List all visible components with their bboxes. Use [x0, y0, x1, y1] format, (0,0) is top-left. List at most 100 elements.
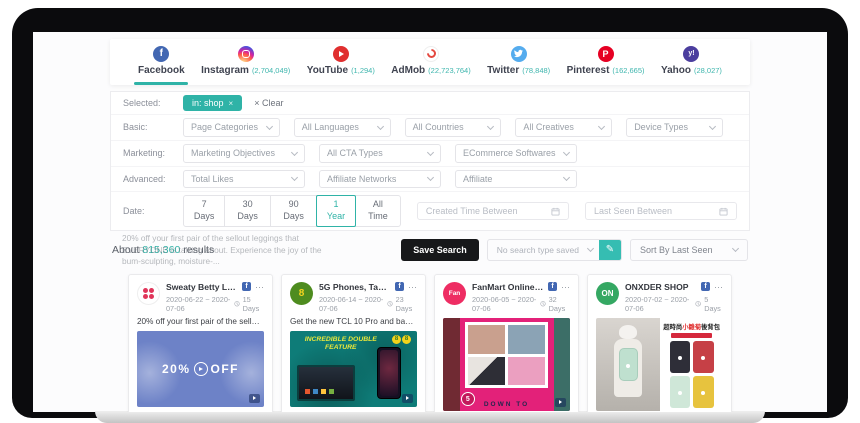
advertiser-avatar[interactable]: Fan: [443, 282, 466, 305]
advertiser-avatar[interactable]: 8: [290, 282, 313, 305]
filter-row-selected: Selected: in: shop× × Clear: [111, 92, 749, 114]
video-indicator-icon: [402, 394, 413, 403]
ad-card[interactable]: Fan FanMart Online Shopping - F... f ⋯ 2…: [434, 274, 579, 412]
tab-yahoo[interactable]: y! Yahoo(28,027): [659, 40, 724, 85]
dropdown-page-categories[interactable]: Page Categories: [183, 118, 280, 137]
ad-creative-image[interactable]: 20%OFF: [137, 331, 264, 407]
tab-facebook[interactable]: f Facebook: [136, 40, 187, 85]
advertiser-avatar[interactable]: [137, 282, 160, 305]
tab-count: (78,848): [522, 66, 550, 75]
more-options-icon[interactable]: ⋯: [714, 285, 723, 290]
tab-twitter[interactable]: Twitter(78,848): [485, 40, 552, 85]
chevron-down-icon: [598, 123, 605, 130]
laptop-base: [95, 411, 765, 423]
play-icon[interactable]: [194, 362, 208, 376]
date-range-group: 7 Days 30 Days 90 Days 1 Year All Time: [183, 195, 401, 226]
ad-card[interactable]: ON ONXDER SHOP f ⋯ 2020-07-02 ~ 2020-07-…: [587, 274, 732, 412]
date-button-all-time[interactable]: All Time: [355, 195, 401, 226]
sort-dropdown[interactable]: Sort By Last Seen: [630, 239, 748, 261]
facebook-icon: f: [153, 46, 169, 62]
advertiser-name[interactable]: Sweaty Betty London | Wom...: [166, 282, 238, 292]
tab-instagram[interactable]: Instagram(2,704,049): [199, 40, 292, 85]
last-seen-between-input[interactable]: Last Seen Between: [585, 202, 737, 220]
tab-youtube[interactable]: YouTube(1,294): [305, 40, 377, 85]
duration: 5 Days: [704, 295, 723, 313]
edit-saved-search-button[interactable]: ✎: [599, 240, 621, 260]
card-header: Sweaty Betty London | Wom... f ⋯ 2020-06…: [137, 282, 264, 313]
dropdown-countries[interactable]: All Countries: [405, 118, 502, 137]
shoe-collage: [465, 322, 549, 388]
selected-filter-chip[interactable]: in: shop×: [183, 95, 242, 111]
product-panel: 超時尚小雛菊後背包: [660, 318, 723, 411]
tab-label: Instagram: [201, 65, 249, 76]
dropdown-ecommerce-softwares[interactable]: ECommerce Softwares: [455, 144, 577, 163]
date-button-90-days[interactable]: 90 Days: [270, 195, 317, 226]
created-time-between-input[interactable]: Created Time Between: [417, 202, 569, 220]
tab-label: YouTube: [307, 65, 348, 76]
filter-panel: Selected: in: shop× × Clear Basic: Page …: [110, 91, 750, 231]
ad-text: Get the new TCL 10 Pro and bag a free TC…: [290, 317, 417, 326]
dropdown-total-likes[interactable]: Total Likes: [183, 170, 305, 189]
tab-label: Pinterest: [567, 65, 610, 76]
tab-count: (22,723,764): [428, 66, 471, 75]
dropdown-affiliate[interactable]: Affiliate: [455, 170, 577, 189]
advertiser-name[interactable]: ONXDER SHOP: [625, 282, 697, 292]
results-count-text: About 815,360 results: [112, 244, 214, 256]
advertiser-name[interactable]: FanMart Online Shopping - F...: [472, 282, 544, 292]
dropdown-marketing-objectives[interactable]: Marketing Objectives: [183, 144, 305, 163]
red-banner: [671, 333, 712, 338]
price-badge: 5: [461, 392, 475, 406]
facebook-badge-icon: f: [701, 282, 710, 291]
twitter-icon: [511, 46, 527, 62]
date-range: 2020-06-22 ~ 2020-07-06: [166, 295, 234, 313]
clock-icon: [387, 300, 393, 308]
saved-search-dropdown[interactable]: No search type saved ✎: [487, 239, 622, 261]
ad-creative-image[interactable]: INCREDIBLE DOUBLE FEATURE 88: [290, 331, 417, 407]
tab-pinterest[interactable]: P Pinterest(162,665): [565, 40, 647, 85]
creative-side-strip: [554, 318, 571, 411]
results-count: 815,360: [142, 244, 180, 256]
duration: 15 Days: [243, 295, 264, 313]
ad-creative-image[interactable]: DOWN TO 5: [443, 318, 570, 411]
filter-row-marketing: Marketing: Marketing Objectives All CTA …: [111, 140, 749, 166]
ad-creative-image[interactable]: 超時尚小雛菊後背包: [596, 318, 723, 411]
tab-count: (1,294): [351, 66, 375, 75]
dropdown-device-types[interactable]: Device Types: [626, 118, 723, 137]
date-button-7-days[interactable]: 7 Days: [183, 195, 225, 226]
creative-headline-text: INCREDIBLE DOUBLE FEATURE: [300, 336, 381, 353]
advertiser-avatar[interactable]: ON: [596, 282, 619, 305]
filter-label: Marketing:: [123, 148, 183, 158]
chevron-down-icon: [266, 123, 273, 130]
facebook-badge-icon: f: [395, 282, 404, 291]
facebook-badge-icon: f: [242, 282, 251, 291]
ee-logo-icon: 88: [392, 335, 411, 344]
date-button-30-days[interactable]: 30 Days: [224, 195, 271, 226]
dropdown-affiliate-networks[interactable]: Affiliate Networks: [319, 170, 441, 189]
more-options-icon[interactable]: ⋯: [561, 285, 570, 290]
chevron-down-icon: [709, 123, 716, 130]
ad-card[interactable]: 8 5G Phones, Tablets & SIMs | ... f ⋯ 20…: [281, 274, 426, 412]
chip-close-icon[interactable]: ×: [229, 99, 234, 108]
ad-card-list: Sweaty Betty London | Wom... f ⋯ 2020-06…: [110, 274, 750, 412]
backpack-grid: [670, 341, 714, 408]
results-actions: Save Search No search type saved ✎ Sort …: [401, 239, 748, 261]
more-options-icon[interactable]: ⋯: [408, 285, 417, 290]
results-bar: About 815,360 results Save Search No sea…: [110, 239, 750, 261]
date-button-1-year[interactable]: 1 Year: [316, 195, 356, 226]
tab-admob[interactable]: AdMob(22,723,764): [389, 40, 472, 85]
advertiser-name[interactable]: 5G Phones, Tablets & SIMs | ...: [319, 282, 391, 292]
dropdown-creatives[interactable]: All Creatives: [515, 118, 612, 137]
dropdown-cta-types[interactable]: All CTA Types: [319, 144, 441, 163]
clear-filters-button[interactable]: × Clear: [254, 98, 283, 108]
save-search-button[interactable]: Save Search: [401, 239, 479, 261]
pinterest-icon: P: [598, 46, 614, 62]
more-options-icon[interactable]: ⋯: [255, 285, 264, 290]
chevron-down-icon: [291, 149, 298, 156]
ad-card[interactable]: Sweaty Betty London | Wom... f ⋯ 2020-06…: [128, 274, 273, 412]
chevron-down-icon: [732, 245, 739, 252]
tab-count: (28,027): [694, 66, 722, 75]
facebook-badge-icon: f: [548, 282, 557, 291]
dropdown-languages[interactable]: All Languages: [294, 118, 391, 137]
calendar-icon: [719, 207, 728, 216]
clock-icon: [695, 300, 701, 308]
